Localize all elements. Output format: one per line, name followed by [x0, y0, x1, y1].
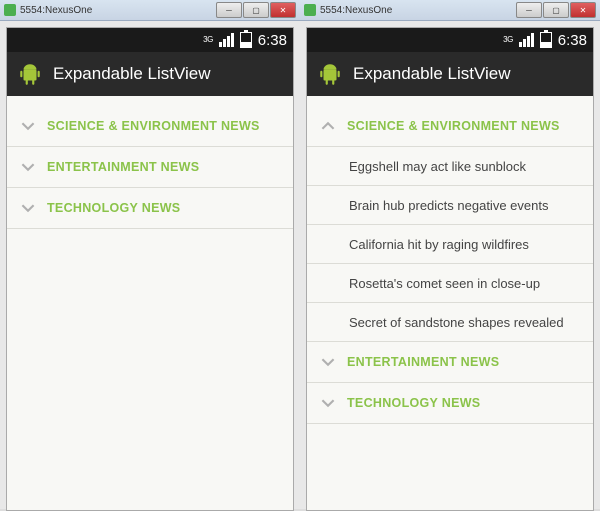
android-status-bar: 3G 6:38 [307, 28, 593, 52]
group-label: SCIENCE & ENVIRONMENT NEWS [47, 119, 260, 133]
chevron-down-icon [321, 355, 335, 369]
window-minimize-button[interactable]: ─ [516, 2, 542, 18]
app-window-icon [304, 4, 316, 16]
app-title: Expandable ListView [53, 64, 211, 84]
chevron-down-icon [21, 119, 35, 133]
group-label: TECHNOLOGY NEWS [47, 201, 180, 215]
list-item[interactable]: Eggshell may act like sunblock [307, 147, 593, 186]
group-label: ENTERTAINMENT NEWS [47, 160, 199, 174]
android-logo-icon [317, 61, 343, 87]
window-close-button[interactable]: ✕ [570, 2, 596, 18]
android-status-bar: 3G 6:38 [7, 28, 293, 52]
group-label: ENTERTAINMENT NEWS [347, 355, 499, 369]
expandable-list[interactable]: SCIENCE & ENVIRONMENT NEWS ENTERTAINMENT… [7, 96, 293, 229]
battery-icon [540, 32, 552, 48]
network-type-label: 3G [203, 36, 213, 44]
list-item-label: Eggshell may act like sunblock [349, 159, 526, 174]
action-bar: Expandable ListView [7, 52, 293, 96]
list-item-label: California hit by raging wildfires [349, 237, 529, 252]
group-header-science[interactable]: SCIENCE & ENVIRONMENT NEWS [307, 106, 593, 147]
list-item-label: Rosetta's comet seen in close-up [349, 276, 540, 291]
device-screen: 3G 6:38 Expandable ListView SCIENCE & EN… [306, 27, 594, 511]
list-item[interactable]: California hit by raging wildfires [307, 225, 593, 264]
window-close-button[interactable]: ✕ [270, 2, 296, 18]
group-label: TECHNOLOGY NEWS [347, 396, 480, 410]
app-title: Expandable ListView [353, 64, 511, 84]
group-header-technology[interactable]: TECHNOLOGY NEWS [307, 383, 593, 424]
chevron-up-icon [321, 119, 335, 133]
chevron-down-icon [321, 396, 335, 410]
chevron-down-icon [21, 160, 35, 174]
signal-icon [519, 33, 534, 47]
battery-icon [240, 32, 252, 48]
action-bar: Expandable ListView [307, 52, 593, 96]
group-header-entertainment[interactable]: ENTERTAINMENT NEWS [7, 147, 293, 188]
signal-icon [219, 33, 234, 47]
list-item[interactable]: Brain hub predicts negative events [307, 186, 593, 225]
window-title: 5554:NexusOne [320, 5, 516, 16]
window-titlebar[interactable]: 5554:NexusOne ─ ▢ ✕ [0, 0, 300, 21]
list-item-label: Secret of sandstone shapes revealed [349, 315, 564, 330]
emulator-window-left: 5554:NexusOne ─ ▢ ✕ 3G 6:38 Expandable L… [0, 0, 300, 509]
chevron-down-icon [21, 201, 35, 215]
window-maximize-button[interactable]: ▢ [243, 2, 269, 18]
list-item-label: Brain hub predicts negative events [349, 198, 548, 213]
list-item[interactable]: Secret of sandstone shapes revealed [307, 303, 593, 342]
window-titlebar[interactable]: 5554:NexusOne ─ ▢ ✕ [300, 0, 600, 21]
list-item[interactable]: Rosetta's comet seen in close-up [307, 264, 593, 303]
clock-label: 6:38 [258, 32, 287, 49]
window-minimize-button[interactable]: ─ [216, 2, 242, 18]
clock-label: 6:38 [558, 32, 587, 49]
group-header-science[interactable]: SCIENCE & ENVIRONMENT NEWS [7, 106, 293, 147]
group-header-technology[interactable]: TECHNOLOGY NEWS [7, 188, 293, 229]
window-maximize-button[interactable]: ▢ [543, 2, 569, 18]
group-header-entertainment[interactable]: ENTERTAINMENT NEWS [307, 342, 593, 383]
group-label: SCIENCE & ENVIRONMENT NEWS [347, 119, 560, 133]
emulator-window-right: 5554:NexusOne ─ ▢ ✕ 3G 6:38 Expandable L… [300, 0, 600, 509]
device-screen: 3G 6:38 Expandable ListView SCIENCE & EN… [6, 27, 294, 511]
network-type-label: 3G [503, 36, 513, 44]
app-window-icon [4, 4, 16, 16]
expandable-list[interactable]: SCIENCE & ENVIRONMENT NEWS Eggshell may … [307, 96, 593, 424]
android-logo-icon [17, 61, 43, 87]
window-title: 5554:NexusOne [20, 5, 216, 16]
